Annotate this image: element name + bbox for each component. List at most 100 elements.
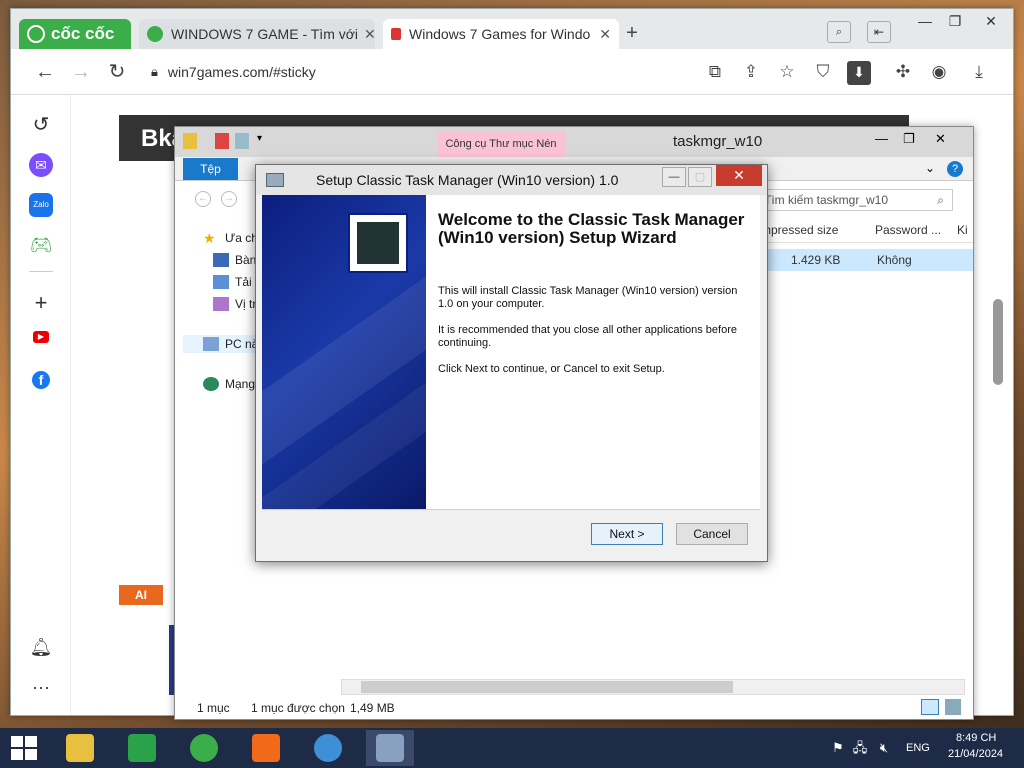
divider [262,509,760,510]
volume-muted-icon[interactable]: 🔇︎ [876,740,892,756]
new-tab-button[interactable]: + [621,23,643,45]
nav-label: Bàn [235,253,257,267]
start-button[interactable] [0,730,48,766]
dropdown-chevron-icon[interactable]: ▾ [257,133,262,144]
nav-item-favorites[interactable]: ★ Ưa ch [203,231,258,245]
search-panel-icon[interactable]: ⌕ [827,21,851,43]
taskbar-security[interactable] [242,730,290,766]
tab-search[interactable]: WINDOWS 7 GAME - Tìm với ✕ [139,19,375,49]
column-password[interactable]: Password ... [875,223,941,237]
share-icon[interactable]: ⇪ [739,61,763,85]
game-controller-icon[interactable]: 🎮︎ [29,233,53,257]
explorer-search-input[interactable]: Tìm kiếm taskmgr_w10 ⌕ [757,189,953,211]
collapse-icon[interactable]: ⇤ [867,21,891,43]
large-icons-view-icon[interactable] [945,699,961,715]
tab-label: WINDOWS 7 GAME - Tìm với [171,26,359,42]
task-manager-icon [376,734,404,762]
compressed-tools-tab[interactable]: Công cụ Thư mục Nén [437,131,565,157]
clock-time[interactable]: 8:49 CH [956,732,996,744]
notification-bell-icon[interactable]: 🔔︎ [29,635,53,659]
nav-item-locations[interactable]: Vị tr [213,297,256,311]
minimize-button[interactable]: — [662,167,686,187]
flag-icon[interactable]: ⚑ [830,740,846,756]
add-icon[interactable]: + [29,291,53,315]
setup-app-icon [266,173,284,187]
taskbar-idm[interactable] [304,730,352,766]
taskbar-setup[interactable] [366,730,414,766]
facebook-icon[interactable]: f [32,371,50,389]
taskbar-explorer[interactable] [56,730,104,766]
download-globe-icon [314,734,342,762]
page-scrollbar[interactable] [993,299,1003,385]
ai-badge[interactable]: AI [119,585,163,605]
youtube-icon[interactable]: ▶ [33,331,49,343]
cancel-button[interactable]: Cancel [676,523,748,545]
minimize-button[interactable]: — [911,11,939,31]
maximize-button[interactable]: ❐ [941,11,969,31]
computer-icon [203,337,219,351]
url-text: win7games.com/#sticky [167,64,316,80]
close-tab-icon[interactable]: ✕ [593,26,611,43]
zalo-icon[interactable]: Zalo [29,193,53,217]
tab-label: Windows 7 Games for Windo [409,26,591,42]
quick-access-icon[interactable] [215,133,229,149]
profile-icon[interactable]: ◉ [927,61,951,85]
back-arrow-icon[interactable]: ← [195,191,211,207]
clock-date[interactable]: 21/04/2024 [948,748,1003,760]
shield-icon[interactable]: ⛉ [811,61,835,85]
details-view-icon[interactable] [921,699,939,715]
nav-item-desktop[interactable]: Bàn [213,253,256,267]
star-icon: ★ [203,230,216,246]
downloads-icon[interactable]: ⤓ [967,61,991,85]
network-status-icon[interactable]: 🖧︎ [852,740,868,756]
brand-label: cốc cốc [51,24,115,43]
coccoc-brand-button[interactable]: cốc cốc [19,19,131,49]
horizontal-scroll-thumb[interactable] [361,681,733,693]
next-button[interactable]: Next > [591,523,663,545]
row-size: 1.429 KB [791,253,841,267]
taskbar-store[interactable] [118,730,166,766]
task-manager-icon [354,219,402,267]
column-compressed-size[interactable]: mpressed size [761,223,838,237]
maximize-button: ▢ [688,167,712,187]
close-button[interactable]: ✕ [716,165,762,186]
nav-item-network[interactable]: Mạng [203,377,255,391]
setup-body: Welcome to the Classic Task Manager (Win… [262,195,760,509]
maximize-button[interactable]: ❐ [903,131,915,147]
properties-icon[interactable] [235,133,249,149]
back-arrow-icon[interactable]: ← [33,61,57,85]
reload-icon[interactable]: ↻ [105,61,129,85]
history-icon[interactable]: ↺ [29,113,53,137]
close-window-button[interactable]: ✕ [977,11,1005,31]
nav-label: Ưa ch [225,231,258,245]
language-indicator[interactable]: ENG [906,742,930,754]
help-icon[interactable]: ? [947,161,963,177]
taskbar-coccoc[interactable] [180,730,228,766]
tab-windows7games[interactable]: Windows 7 Games for Windo ✕ [383,19,619,49]
more-icon[interactable]: ··· [29,675,53,699]
chevron-down-icon[interactable]: ⌄ [925,161,935,175]
nav-item-downloads[interactable]: Tải x [213,275,261,289]
network-icon [203,377,219,391]
extensions-puzzle-icon[interactable]: ✣ [891,61,915,85]
column-kind[interactable]: Ki [957,223,968,237]
minimize-button[interactable]: — [875,131,888,146]
close-tab-icon[interactable]: ✕ [358,26,375,43]
recommend-text: It is recommended that you close all oth… [438,324,737,349]
translate-icon[interactable]: ⧉ [703,61,727,85]
setup-wizard-dialog: Setup Classic Task Manager (Win10 versio… [255,164,768,562]
bookmark-star-icon[interactable]: ☆ [775,61,799,85]
url-bar[interactable]: 🔒︎ win7games.com/#sticky [143,57,723,87]
windows-logo-icon [11,736,37,760]
forward-arrow-icon[interactable]: → [69,61,93,85]
close-button[interactable]: ✕ [935,131,946,147]
browser-sidebar: ↺ ✉ Zalo 🎮︎ + ▶ f 🔔︎ ··· [11,95,71,715]
file-tab[interactable]: Tệp [183,158,238,180]
download-manager-icon[interactable]: ⬇ [847,61,871,85]
status-selected: 1 mục được chọn [251,701,345,715]
continue-text: Click Next to continue, or Cancel to exi… [438,363,665,375]
sidebar-divider [29,271,53,272]
nav-label: Vị tr [235,297,257,311]
messenger-icon[interactable]: ✉ [29,153,53,177]
forward-arrow-icon[interactable]: → [221,191,237,207]
